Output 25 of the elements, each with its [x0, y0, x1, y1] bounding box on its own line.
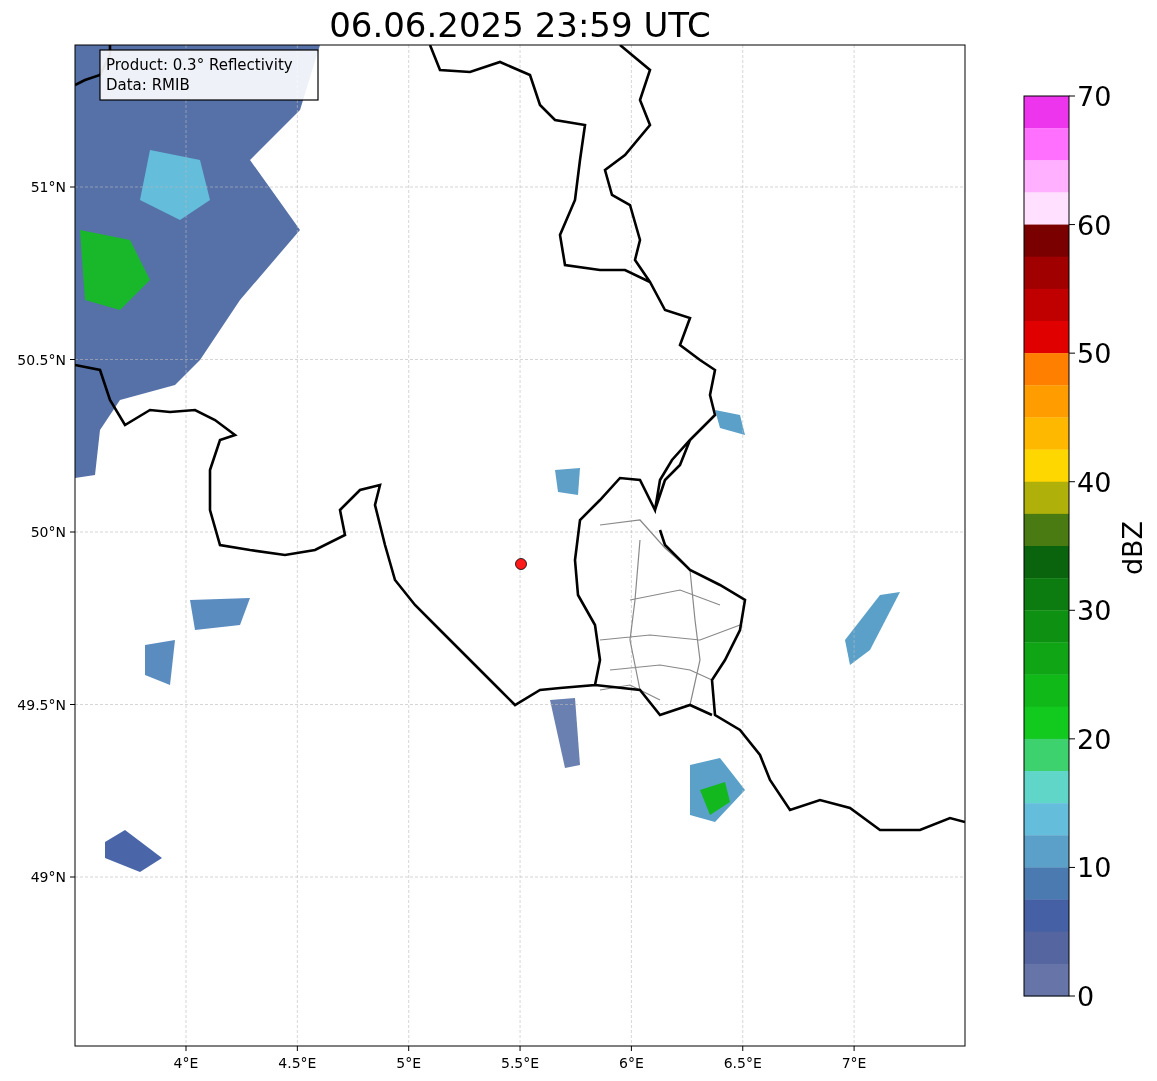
colorbar-tick-label: 50 [1077, 338, 1112, 370]
colorbar-tick-label: 60 [1077, 209, 1112, 241]
x-tick-label: 4.5°E [278, 1055, 317, 1071]
y-tick-label: 49.5°N [17, 696, 66, 713]
y-tick-label: 51°N [30, 179, 66, 195]
colorbar-tick-label: 20 [1077, 723, 1112, 755]
chart-title: 06.06.2025 23:59 UTC [329, 5, 711, 45]
x-tick-label: 6°E [619, 1055, 644, 1071]
colorbar-tick-label: 0 [1077, 981, 1095, 1012]
radar-site-marker [515, 558, 527, 570]
x-tick-label: 5°E [396, 1055, 422, 1071]
legend-text: Data: RMIB [106, 76, 190, 94]
y-tick-label: 49°N [30, 869, 66, 885]
x-tick-label: 5.5°E [501, 1055, 540, 1071]
x-tick-label: 7°E [841, 1055, 867, 1071]
y-tick-label: 50.5°N [17, 351, 66, 368]
colorbar-tick-label: 40 [1077, 466, 1112, 498]
legend-text: Product: 0.3° Reflectivity [106, 56, 293, 74]
y-tick-label: 50°N [30, 524, 66, 540]
colorbar-tick-label: 30 [1077, 595, 1112, 627]
colorbar-tick-label: 10 [1077, 852, 1112, 884]
x-tick-label: 6.5°E [723, 1055, 762, 1071]
colorbar-label: dBZ [1117, 520, 1148, 576]
x-tick-label: 4°E [173, 1055, 199, 1071]
colorbar-tick-label: 70 [1077, 81, 1112, 112]
